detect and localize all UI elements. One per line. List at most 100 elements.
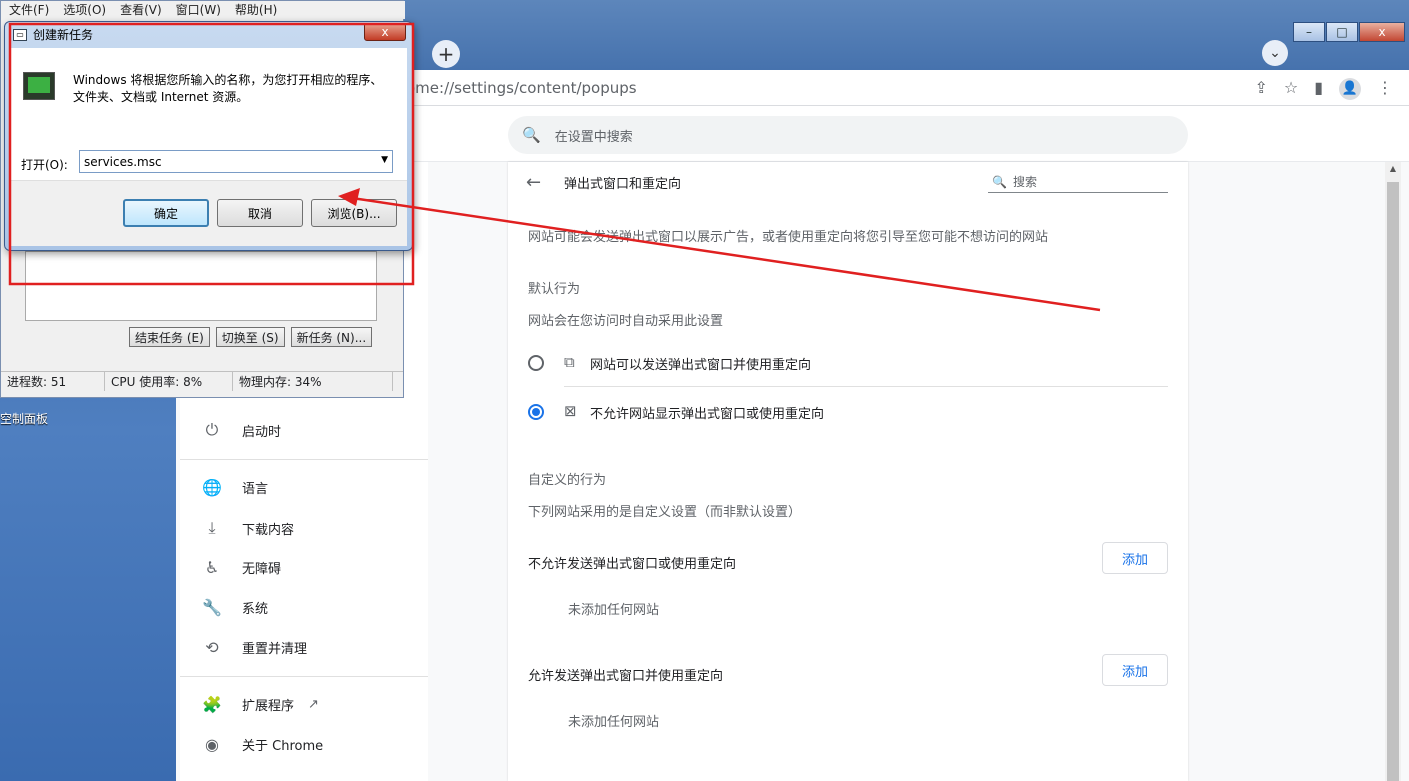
page-description: 网站可能会发送弹出式窗口以展示广告，或者使用重定向将您引导至您可能不想访问的网站	[528, 230, 1049, 245]
custom-behavior-heading: 自定义的行为	[528, 473, 607, 488]
menu-window[interactable]: 窗口(W)	[176, 1, 221, 19]
history-icon: ⟲	[205, 638, 219, 657]
dialog-footer: 确定 取消 浏览(B)...	[11, 180, 407, 246]
tab-search-chevron-icon[interactable]: ⌄	[1262, 40, 1288, 66]
radio-allow-label[interactable]: 网站可以发送弹出式窗口并使用重定向	[590, 354, 811, 373]
sidebar-item-label: 下载内容	[242, 522, 295, 538]
end-task-button[interactable]: 结束任务 (E)	[129, 327, 210, 347]
create-new-task-dialog: ▭ 创建新任务 x Windows 将根据您所输入的名称，为您打开相应的程序、文…	[4, 21, 413, 251]
chrome-icon: ◉	[205, 735, 219, 754]
open-label: 打开(O):	[21, 158, 68, 172]
maximize-button[interactable]: □	[1326, 22, 1358, 42]
run-window-icon: ▭	[13, 28, 27, 41]
dialog-titlebar[interactable]: ▭ 创建新任务	[13, 26, 93, 43]
profile-avatar-icon[interactable]: 👤	[1339, 78, 1361, 100]
page-title: 弹出式窗口和重定向	[564, 177, 682, 192]
open-external-icon: ↗	[308, 697, 319, 712]
sidebar-item-label: 系统	[242, 602, 269, 617]
new-tab-button[interactable]: +	[432, 40, 460, 68]
power-icon: ⏻	[205, 420, 219, 439]
puzzle-icon: 🧩	[202, 695, 222, 714]
task-manager-menu: 文件(F) 选项(O) 查看(V) 窗口(W) 帮助(H)	[1, 1, 405, 19]
menu-help[interactable]: 帮助(H)	[235, 1, 277, 19]
run-program-icon	[23, 72, 55, 100]
blocked-list-title: 不允许发送弹出式窗口或使用重定向	[528, 557, 737, 572]
radio-allow-popups[interactable]	[528, 355, 544, 371]
search-placeholder: 在设置中搜索	[554, 129, 633, 145]
settings-search-input[interactable]: 🔍 在设置中搜索	[508, 116, 1188, 154]
popups-settings-panel: ← 弹出式窗口和重定向 🔍 搜索 网站可能会发送弹出式窗口以展示广告，或者使用重…	[508, 162, 1188, 781]
task-manager-status-bar: 进程数: 51 CPU 使用率: 8% 物理内存: 34%	[1, 371, 403, 391]
radio-block-popups[interactable]	[528, 404, 544, 420]
sidebar-item-about[interactable]: ◉ 关于 Chrome	[200, 735, 323, 754]
menu-file[interactable]: 文件(F)	[9, 1, 49, 19]
allowed-list-title: 允许发送弹出式窗口并使用重定向	[528, 669, 724, 684]
sidebar-item-reset[interactable]: ⟲ 重置并清理	[200, 638, 307, 657]
panel-search-placeholder: 搜索	[1012, 175, 1037, 189]
accessibility-icon: ♿	[204, 558, 220, 577]
bookmark-star-icon[interactable]: ☆	[1284, 78, 1298, 100]
sidebar-item-label: 关于 Chrome	[242, 739, 324, 754]
status-processes: 进程数: 51	[1, 372, 105, 391]
add-allowed-site-button[interactable]: 添加	[1102, 654, 1168, 686]
dropdown-arrow-icon[interactable]: ▼	[381, 155, 388, 165]
default-behavior-sub: 网站会在您访问时自动采用此设置	[528, 314, 724, 329]
status-memory: 物理内存: 34%	[233, 372, 393, 391]
allowed-list-empty: 未添加任何网站	[568, 715, 660, 730]
blocked-list-empty: 未添加任何网站	[568, 603, 660, 618]
address-bar[interactable]: ome://settings/content/popups	[406, 79, 637, 97]
sidebar-item-extensions[interactable]: 🧩 扩展程序 ↗	[200, 695, 319, 714]
browse-button[interactable]: 浏览(B)...	[311, 199, 397, 227]
dialog-description: Windows 将根据您所输入的名称，为您打开相应的程序、文件夹、文档或 Int…	[73, 73, 383, 104]
sidebar-item-label: 无障碍	[242, 562, 282, 577]
search-icon: 🔍	[522, 126, 541, 144]
divider	[564, 386, 1168, 387]
globe-icon: 🌐	[202, 478, 222, 497]
scrollbar-thumb[interactable]	[1387, 182, 1399, 781]
ok-button[interactable]: 确定	[123, 199, 209, 227]
sidebar-item-label: 重置并清理	[242, 642, 308, 657]
menu-options[interactable]: 选项(O)	[63, 1, 106, 19]
sidebar-item-label: 启动时	[242, 424, 282, 440]
dialog-body: Windows 将根据您所输入的名称，为您打开相应的程序、文件夹、文档或 Int…	[11, 48, 407, 246]
sidebar-divider	[180, 676, 428, 677]
window-controls: – □ x	[1292, 22, 1405, 42]
sidebar-item-label: 扩展程序	[242, 699, 295, 714]
dialog-close-button[interactable]: x	[364, 23, 406, 41]
side-panel-icon[interactable]: ▮	[1314, 78, 1323, 100]
new-task-button[interactable]: 新任务 (N)...	[290, 327, 373, 347]
sidebar-item-downloads[interactable]: ⤓ 下载内容	[200, 518, 294, 538]
cancel-button[interactable]: 取消	[217, 199, 303, 227]
scroll-up-arrow-icon[interactable]: ▲	[1385, 164, 1401, 173]
menu-view[interactable]: 查看(V)	[120, 1, 162, 19]
wrench-icon: 🔧	[202, 598, 222, 617]
sidebar-divider	[180, 459, 428, 460]
dialog-title: 创建新任务	[33, 28, 94, 42]
switch-to-button[interactable]: 切换至 (S)	[215, 327, 285, 347]
desktop-icon-label[interactable]: 空制面板	[0, 410, 48, 427]
share-icon[interactable]: ⇪	[1254, 78, 1267, 100]
task-list[interactable]	[25, 251, 377, 321]
menu-kebab-icon[interactable]: ⋮	[1377, 78, 1393, 100]
back-arrow-icon[interactable]: ←	[526, 172, 541, 193]
toolbar-icons: ⇪ ☆ ▮ 👤 ⋮	[1254, 78, 1393, 100]
sidebar-item-accessibility[interactable]: ♿ 无障碍	[200, 558, 281, 577]
sidebar-item-label: 语言	[242, 482, 269, 497]
sidebar-item-system[interactable]: 🔧 系统	[200, 598, 268, 617]
default-behavior-heading: 默认行为	[528, 282, 581, 297]
close-button[interactable]: x	[1359, 22, 1405, 42]
sidebar-item-languages[interactable]: 🌐 语言	[200, 478, 268, 497]
sidebar-item-on-startup[interactable]: ⏻ 启动时	[200, 420, 281, 440]
popup-blocked-icon: ⊠	[564, 402, 577, 420]
task-manager-buttons: 结束任务 (E) 切换至 (S) 新任务 (N)...	[129, 327, 373, 347]
minimize-button[interactable]: –	[1293, 22, 1325, 42]
panel-search-input[interactable]: 🔍 搜索	[988, 171, 1168, 193]
open-input-value[interactable]: services.msc	[84, 155, 162, 169]
status-cpu: CPU 使用率: 8%	[105, 372, 233, 391]
add-blocked-site-button[interactable]: 添加	[1102, 542, 1168, 574]
radio-block-label[interactable]: 不允许网站显示弹出式窗口或使用重定向	[590, 403, 824, 422]
custom-behavior-sub: 下列网站采用的是自定义设置（而非默认设置）	[528, 505, 802, 520]
search-icon: 🔍	[992, 174, 1007, 189]
page-scrollbar[interactable]: ▲	[1385, 162, 1401, 781]
open-combobox[interactable]: services.msc ▼	[79, 150, 393, 173]
